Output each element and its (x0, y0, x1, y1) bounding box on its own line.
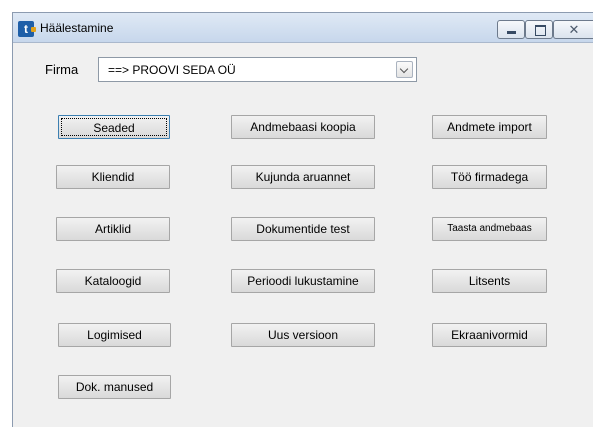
minimize-button[interactable] (497, 20, 525, 39)
andmete-import-button[interactable]: Andmete import (432, 115, 547, 139)
chevron-down-icon[interactable] (396, 61, 413, 78)
artiklid-button[interactable]: Artiklid (56, 217, 170, 241)
firma-select[interactable]: ==> PROOVI SEDA OÜ (98, 57, 417, 82)
too-firmadega-button[interactable]: Töö firmadega (432, 165, 547, 189)
seaded-button[interactable]: Seaded (58, 115, 170, 139)
settings-window: t Häälestamine ✕ Firma ==> PROOVI SEDA O… (12, 12, 593, 427)
kliendid-button[interactable]: Kliendid (56, 165, 170, 189)
litsents-button[interactable]: Litsents (432, 269, 547, 293)
taasta-andmebaas-button[interactable]: Taasta andmebaas (432, 217, 547, 241)
firma-label: Firma (45, 62, 79, 77)
window-title: Häälestamine (40, 21, 114, 35)
perioodi-lukustamine-button[interactable]: Perioodi lukustamine (231, 269, 375, 293)
andmebaasi-koopia-button[interactable]: Andmebaasi koopia (231, 115, 375, 139)
ekraanivormid-button[interactable]: Ekraanivormid (432, 323, 547, 347)
uus-versioon-button[interactable]: Uus versioon (231, 323, 375, 347)
title-bar[interactable]: t Häälestamine ✕ (13, 13, 593, 43)
logimised-button[interactable]: Logimised (58, 323, 171, 347)
kataloogid-button[interactable]: Kataloogid (56, 269, 170, 293)
close-button[interactable]: ✕ (553, 20, 593, 39)
dok-manused-button[interactable]: Dok. manused (58, 375, 171, 399)
seaded-button-label: Seaded (61, 118, 167, 136)
close-icon: ✕ (568, 22, 580, 37)
kujunda-aruannet-button[interactable]: Kujunda aruannet (231, 165, 375, 189)
app-logo-icon: t (18, 21, 36, 37)
maximize-button[interactable] (525, 20, 553, 39)
firma-selected-value: ==> PROOVI SEDA OÜ (108, 63, 236, 77)
dokumentide-test-button[interactable]: Dokumentide test (231, 217, 375, 241)
